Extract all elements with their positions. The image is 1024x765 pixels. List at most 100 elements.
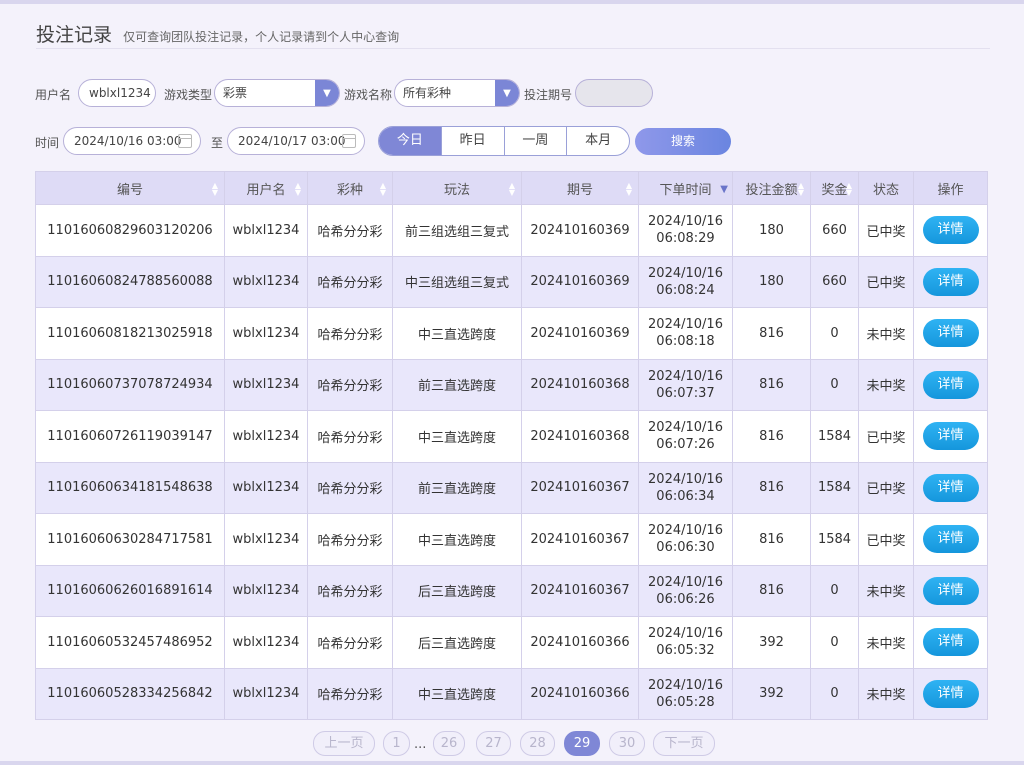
column-header-play[interactable]: 玩法 ▲ ▼ xyxy=(392,171,522,205)
game-name-label: 游戏名称 xyxy=(344,88,393,102)
cell-bonus: 660 xyxy=(810,255,859,308)
table-row: 11016060824788560088 wblxl1234 哈希分分彩 中三组选组三… xyxy=(35,255,988,308)
next-page-button[interactable]: 下一页 xyxy=(653,731,715,756)
cell-status: 未中奖 xyxy=(858,667,914,720)
cell-amount: 180 xyxy=(732,255,811,308)
table-header-row: 编号 ▲ ▼ 用户名 ▲ ▼ 彩种 ▲ ▼ 玩法 ▲ ▼ 期号 ▲ ▼ 下单时间 ▼ 投注金额 ▲ ▼ 奖… xyxy=(35,171,988,205)
page-button[interactable]: 28 xyxy=(520,731,555,756)
detail-button[interactable]: 详情 xyxy=(922,370,979,399)
detail-button[interactable]: 详情 xyxy=(922,576,979,605)
detail-button[interactable]: 详情 xyxy=(922,628,979,657)
column-header-user[interactable]: 用户名 ▲ ▼ xyxy=(224,171,308,205)
cell-action: 详情 xyxy=(913,255,988,308)
period-label: 投注期号 xyxy=(524,88,573,102)
prev-page-button[interactable]: 上一页 xyxy=(313,731,375,756)
cell-order-clock: 06:05:28 xyxy=(656,694,715,710)
game-name-select[interactable]: 所有彩种 ▼ xyxy=(394,79,520,107)
detail-button[interactable]: 详情 xyxy=(922,422,979,451)
cell-bonus: 0 xyxy=(810,564,859,617)
sort-icon: ▲ ▼ xyxy=(797,181,804,197)
table-row: 11016060532457486952 wblxl1234 哈希分分彩 后三直选跨度… xyxy=(35,616,988,669)
username-field[interactable]: wblxl1234 xyxy=(78,79,156,107)
cell-play: 中三组选组三复式 xyxy=(392,255,522,308)
column-header-status: 状态 xyxy=(858,171,914,205)
cell-amount: 180 xyxy=(732,204,811,257)
table-body: 11016060829603120206 wblxl1234 哈希分分彩 前三组选组三… xyxy=(35,204,988,720)
detail-button[interactable]: 详情 xyxy=(922,319,979,348)
cell-status: 未中奖 xyxy=(858,564,914,617)
cell-user: wblxl1234 xyxy=(224,358,308,411)
cell-period: 202410160367 xyxy=(521,564,639,617)
cell-status: 已中奖 xyxy=(858,513,914,566)
page-title: 投注记录 xyxy=(36,24,113,46)
cell-order-date: 2024/10/16 xyxy=(648,420,723,436)
detail-button[interactable]: 详情 xyxy=(922,679,979,708)
cell-user: wblxl1234 xyxy=(224,564,308,617)
column-header-amount[interactable]: 投注金额 ▲ ▼ xyxy=(732,171,811,205)
table-row: 11016060726119039147 wblxl1234 哈希分分彩 中三直选跨度… xyxy=(35,410,988,463)
column-header-action: 操作 xyxy=(913,171,988,205)
cell-id: 11016060634181548638 xyxy=(35,461,225,514)
cell-play: 中三直选跨度 xyxy=(392,513,522,566)
page-button[interactable]: 27 xyxy=(476,731,511,756)
cell-id: 11016060824788560088 xyxy=(35,255,225,308)
game-type-label: 游戏类型 xyxy=(164,88,213,102)
cell-order-date: 2024/10/16 xyxy=(648,523,723,539)
end-date-field[interactable]: 2024/10/17 03:00 xyxy=(227,127,365,155)
start-date-field[interactable]: 2024/10/16 03:00 xyxy=(63,127,201,155)
range-yesterday-button[interactable]: 昨日 xyxy=(440,127,504,155)
detail-button[interactable]: 详情 xyxy=(922,216,979,245)
cell-status: 未中奖 xyxy=(858,616,914,669)
cell-order-date: 2024/10/16 xyxy=(648,574,723,590)
page-button[interactable]: 1 xyxy=(383,731,410,756)
table-row: 11016060630284717581 wblxl1234 哈希分分彩 中三直选跨度… xyxy=(35,513,988,566)
search-button[interactable]: 搜索 xyxy=(635,128,731,155)
page-header: 投注记录 仅可查询团队投注记录，个人记录请到个人中心查询 xyxy=(36,20,990,49)
column-header-bonus[interactable]: 奖金 ▲ ▼ xyxy=(810,171,859,205)
cell-play: 前三直选跨度 xyxy=(392,358,522,411)
cell-lottery: 哈希分分彩 xyxy=(307,667,393,720)
game-type-select[interactable]: 彩票 ▼ xyxy=(214,79,340,107)
cell-lottery: 哈希分分彩 xyxy=(307,204,393,257)
range-week-button[interactable]: 一周 xyxy=(503,127,567,155)
cell-order-clock: 06:06:30 xyxy=(656,540,715,556)
cell-period: 202410160367 xyxy=(521,461,639,514)
cell-status: 已中奖 xyxy=(858,410,914,463)
cell-order-time: 2024/10/16 06:06:30 xyxy=(638,513,733,566)
cell-order-date: 2024/10/16 xyxy=(648,317,723,333)
cell-id: 11016060626016891614 xyxy=(35,564,225,617)
column-header-order-time[interactable]: 下单时间 ▼ xyxy=(638,171,733,205)
cell-order-time: 2024/10/16 06:07:26 xyxy=(638,410,733,463)
cell-play: 前三组选组三复式 xyxy=(392,204,522,257)
cell-period: 202410160366 xyxy=(521,616,639,669)
table-row: 11016060528334256842 wblxl1234 哈希分分彩 中三直选跨度… xyxy=(35,667,988,720)
cell-order-clock: 06:07:37 xyxy=(656,385,715,401)
current-page-button[interactable]: 29 xyxy=(564,731,600,756)
top-border xyxy=(0,0,1024,4)
page-button[interactable]: 30 xyxy=(609,731,645,756)
cell-order-clock: 06:06:26 xyxy=(656,591,715,607)
range-today-button[interactable]: 今日 xyxy=(379,127,441,155)
start-date-value: 2024/10/16 03:00 xyxy=(74,134,182,148)
cell-user: wblxl1234 xyxy=(224,307,308,360)
cell-id: 11016060818213025918 xyxy=(35,307,225,360)
cell-action: 详情 xyxy=(913,564,988,617)
detail-button[interactable]: 详情 xyxy=(922,525,979,554)
sort-icon: ▲ ▼ xyxy=(211,181,218,197)
cell-play: 后三直选跨度 xyxy=(392,616,522,669)
cell-amount: 816 xyxy=(732,410,811,463)
column-header-id[interactable]: 编号 ▲ ▼ xyxy=(35,171,225,205)
cell-order-clock: 06:08:18 xyxy=(656,334,715,350)
column-header-lottery[interactable]: 彩种 ▲ ▼ xyxy=(307,171,393,205)
period-field[interactable] xyxy=(575,79,653,107)
cell-order-date: 2024/10/16 xyxy=(648,471,723,487)
column-header-period[interactable]: 期号 ▲ ▼ xyxy=(521,171,639,205)
detail-button[interactable]: 详情 xyxy=(922,473,979,502)
cell-lottery: 哈希分分彩 xyxy=(307,410,393,463)
page-button[interactable]: 26 xyxy=(433,731,465,756)
cell-order-date: 2024/10/16 xyxy=(648,677,723,693)
cell-lottery: 哈希分分彩 xyxy=(307,513,393,566)
range-month-button[interactable]: 本月 xyxy=(566,127,629,155)
calendar-icon xyxy=(342,134,356,148)
detail-button[interactable]: 详情 xyxy=(922,267,979,296)
